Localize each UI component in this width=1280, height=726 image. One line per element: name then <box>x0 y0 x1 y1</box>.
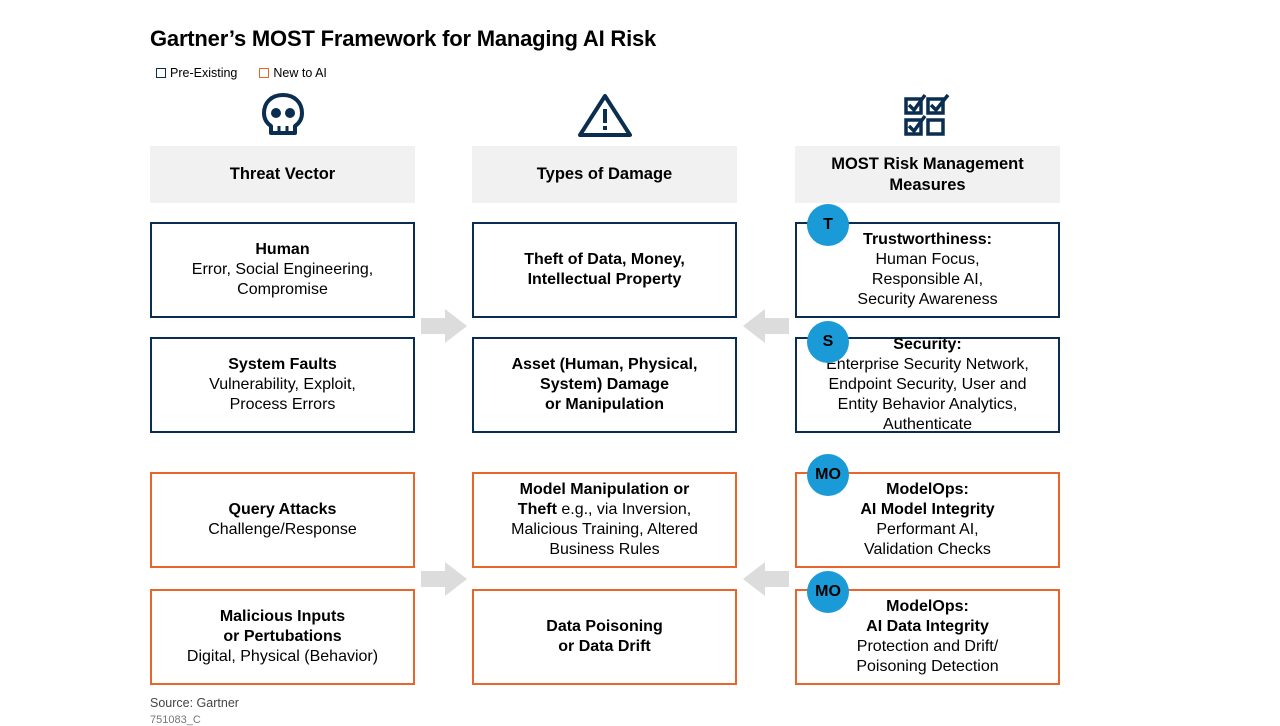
damage-box-model-manipulation: Model Manipulation or Theft e.g., via In… <box>472 472 737 568</box>
damage-title: Theft of Data, Money, Intellectual Prope… <box>524 251 685 288</box>
column-header-measures: MOST Risk Management Measures <box>795 146 1060 203</box>
source-id: 751083_C <box>150 714 201 726</box>
arrow-right-icon <box>421 309 467 348</box>
column-header-types-of-damage: Types of Damage <box>472 146 737 203</box>
measure-title: Trustworthiness: <box>863 231 992 248</box>
damage-title: Asset (Human, Physical, System) Damage o… <box>511 356 698 413</box>
checklist-icon <box>903 92 951 143</box>
badge-mo: MO <box>807 571 849 613</box>
damage-title: Model Manipulation or <box>519 481 690 498</box>
column-header-label: MOST Risk Management Measures <box>831 154 1024 194</box>
threat-box-human: Human Error, Social Engineering, Comprom… <box>150 222 415 318</box>
threat-box-malicious-inputs: Malicious Inputs or Pertubations Digital… <box>150 589 415 685</box>
measure-title: ModelOps: AI Data Integrity <box>866 598 989 635</box>
threat-description: Digital, Physical (Behavior) <box>186 648 379 665</box>
threat-box-query-attacks: Query Attacks Challenge/Response <box>150 472 415 568</box>
measure-title: ModelOps: AI Model Integrity <box>860 481 995 518</box>
column-header-label: Types of Damage <box>536 165 673 183</box>
damage-box-asset-damage: Asset (Human, Physical, System) Damage o… <box>472 337 737 433</box>
threat-box-system-faults: System Faults Vulnerability, Exploit, Pr… <box>150 337 415 433</box>
threat-description: Challenge/Response <box>208 521 357 538</box>
damage-title-line-2: Theft e.g., via Inversion, <box>518 500 691 520</box>
new-to-ai-swatch <box>259 68 270 78</box>
measure-title: Security: <box>893 336 962 353</box>
damage-box-theft: Theft of Data, Money, Intellectual Prope… <box>472 222 737 318</box>
measure-description: Performant AI, Validation Checks <box>864 521 991 558</box>
badge-s: S <box>807 321 849 363</box>
measure-description: Protection and Drift/ Poisoning Detectio… <box>856 638 999 675</box>
damage-title-theft: Theft <box>517 501 557 518</box>
arrow-right-icon <box>421 562 467 601</box>
threat-title: Query Attacks <box>228 501 337 518</box>
arrow-left-icon <box>743 309 789 348</box>
legend-item-pre-existing: Pre-Existing <box>156 66 237 80</box>
damage-example: e.g., via Inversion, <box>556 501 692 518</box>
threat-description: Vulnerability, Exploit, Process Errors <box>209 376 356 413</box>
damage-title: Data Poisoning or Data Drift <box>546 618 663 655</box>
column-header-threat-vector: Threat Vector <box>150 146 415 203</box>
measure-description: Human Focus, Responsible AI, Security Aw… <box>857 251 998 308</box>
damage-description: Malicious Training, Altered Business Rul… <box>511 521 698 558</box>
legend-label-pre-existing: Pre-Existing <box>170 66 238 80</box>
measure-description: Enterprise Security Network, Endpoint Se… <box>826 356 1029 433</box>
skull-icon <box>261 92 305 143</box>
threat-title: Human <box>255 241 310 258</box>
badge-mo: MO <box>807 454 849 496</box>
legend-label-new-to-ai: New to AI <box>273 66 327 80</box>
badge-t: T <box>807 204 849 246</box>
column-header-label: Threat Vector <box>229 165 336 183</box>
threat-description: Error, Social Engineering, Compromise <box>191 261 374 298</box>
threat-title: System Faults <box>228 356 337 373</box>
warning-triangle-icon <box>577 92 633 143</box>
legend-item-new-to-ai: New to AI <box>259 66 327 80</box>
arrow-left-icon <box>743 562 789 601</box>
page-title: Gartner’s MOST Framework for Managing AI… <box>150 26 657 51</box>
damage-box-data-poisoning: Data Poisoning or Data Drift <box>472 589 737 685</box>
threat-title: Malicious Inputs or Pertubations <box>219 608 346 645</box>
pre-existing-swatch <box>156 68 166 78</box>
legend: Pre-Existing New to AI <box>156 66 327 80</box>
source-note: Source: Gartner <box>150 696 239 710</box>
